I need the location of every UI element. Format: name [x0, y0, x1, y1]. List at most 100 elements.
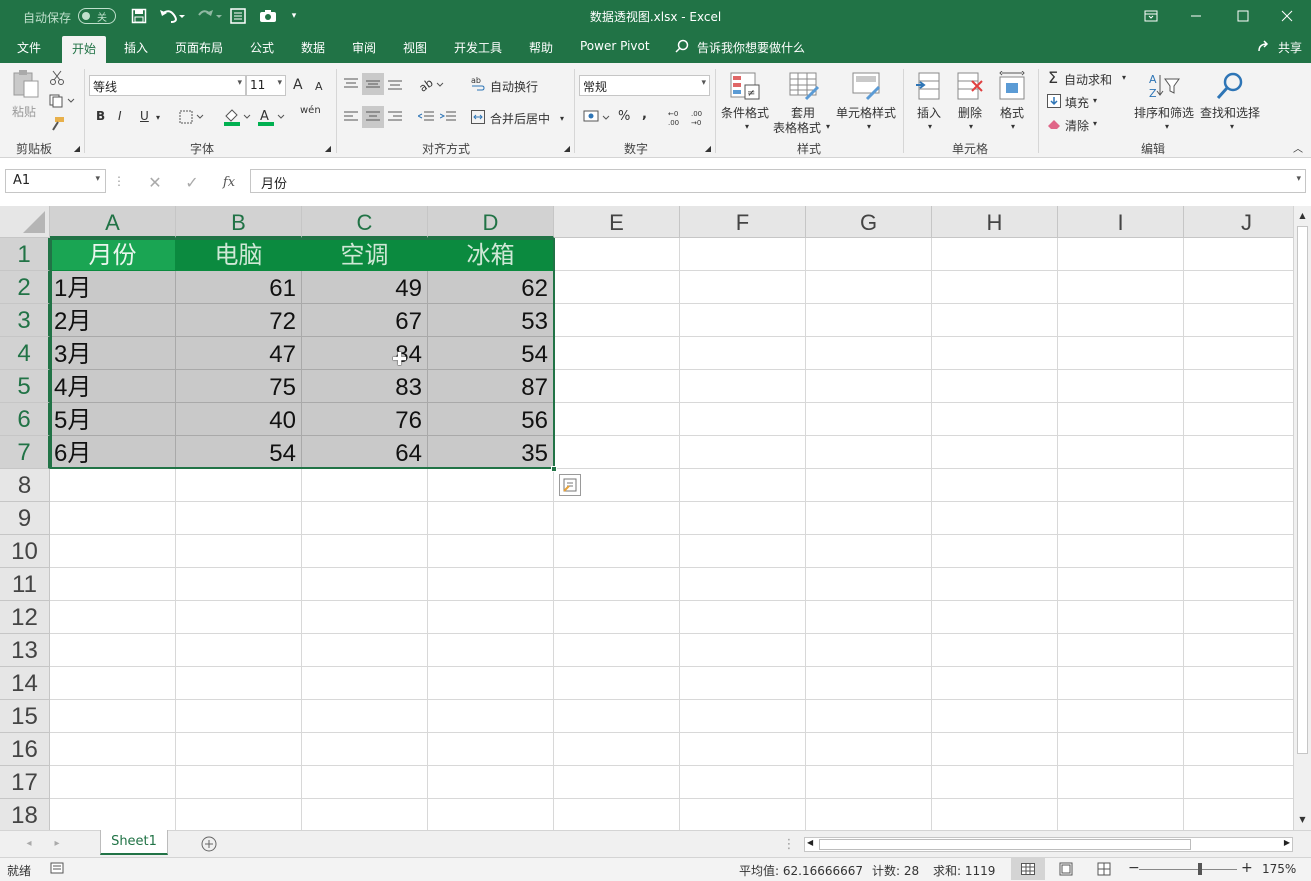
empty-cell[interactable] — [50, 799, 176, 830]
status-count[interactable]: 计数: 28 — [872, 862, 919, 879]
empty-cell[interactable] — [806, 337, 932, 370]
empty-cell[interactable] — [176, 667, 302, 700]
table-cell[interactable]: 6月 — [50, 436, 176, 469]
cell-styles-button[interactable]: 单元格样式 — [836, 104, 896, 121]
scroll-right-icon[interactable]: ▶ — [1284, 838, 1290, 847]
column-header[interactable]: B — [176, 206, 302, 238]
empty-cell[interactable] — [1184, 436, 1293, 469]
column-header[interactable]: C — [302, 206, 428, 238]
increase-decimal-icon[interactable]: ←0.00 — [667, 107, 685, 127]
next-sheet-icon[interactable]: ▸ — [52, 837, 62, 849]
table-cell[interactable]: 56 — [428, 403, 554, 436]
row-header[interactable]: 7 — [0, 436, 50, 469]
tab-view[interactable]: 视图 — [403, 39, 427, 56]
clear-button[interactable]: 清除 — [1065, 117, 1089, 134]
status-average[interactable]: 平均值: 62.16666667 — [739, 862, 863, 879]
row-header[interactable]: 13 — [0, 634, 50, 667]
row-header[interactable]: 2 — [0, 271, 50, 304]
new-sheet-icon[interactable] — [201, 836, 217, 852]
empty-cell[interactable] — [1058, 667, 1184, 700]
empty-cell[interactable] — [50, 601, 176, 634]
table-cell[interactable]: 62 — [428, 271, 554, 304]
table-cell[interactable]: 76 — [302, 403, 428, 436]
tab-review[interactable]: 审阅 — [352, 39, 376, 56]
empty-cell[interactable] — [680, 469, 806, 502]
empty-cell[interactable] — [1184, 535, 1293, 568]
table-cell[interactable]: 83 — [302, 370, 428, 403]
merge-center-button[interactable]: 合并后居中 — [490, 110, 550, 127]
formula-input[interactable]: 月份 ▾ — [250, 169, 1306, 193]
empty-cell[interactable] — [680, 304, 806, 337]
row-header[interactable]: 5 — [0, 370, 50, 403]
select-all-button[interactable] — [0, 206, 50, 238]
empty-cell[interactable] — [1184, 799, 1293, 830]
empty-cell[interactable] — [50, 568, 176, 601]
delete-cells-button[interactable]: 删除 — [958, 104, 982, 121]
empty-cell[interactable] — [176, 700, 302, 733]
empty-cell[interactable] — [302, 766, 428, 799]
empty-cell[interactable] — [680, 436, 806, 469]
empty-cell[interactable] — [680, 238, 806, 271]
decrease-indent-icon[interactable] — [417, 109, 435, 125]
tab-home[interactable]: 开始 — [62, 36, 107, 63]
empty-cell[interactable] — [1058, 634, 1184, 667]
table-cell[interactable]: 67 — [302, 304, 428, 337]
orientation-icon[interactable]: ab — [417, 75, 445, 93]
name-box[interactable]: A1 ▾ — [5, 169, 106, 193]
empty-cell[interactable] — [932, 337, 1058, 370]
empty-cell[interactable] — [1184, 601, 1293, 634]
search-icon[interactable] — [675, 39, 689, 56]
empty-cell[interactable] — [932, 469, 1058, 502]
align-top-icon[interactable] — [343, 76, 359, 92]
empty-cell[interactable] — [176, 634, 302, 667]
close-icon[interactable] — [1275, 5, 1299, 27]
column-header[interactable]: E — [554, 206, 680, 238]
ribbon-display-options-icon[interactable] — [1139, 5, 1163, 27]
empty-cell[interactable] — [806, 535, 932, 568]
empty-cell[interactable] — [554, 634, 680, 667]
empty-cell[interactable] — [554, 304, 680, 337]
empty-cell[interactable] — [932, 634, 1058, 667]
vertical-scrollbar[interactable]: ▲ ▼ — [1293, 206, 1311, 830]
prev-sheet-icon[interactable]: ◂ — [24, 837, 34, 849]
empty-cell[interactable] — [554, 766, 680, 799]
format-painter-icon[interactable] — [48, 115, 66, 133]
row-header[interactable]: 8 — [0, 469, 50, 502]
row-header[interactable]: 3 — [0, 304, 50, 337]
horizontal-scrollbar[interactable]: ◀ ▶ — [804, 837, 1293, 852]
empty-cell[interactable] — [932, 403, 1058, 436]
empty-cell[interactable] — [302, 634, 428, 667]
empty-cell[interactable] — [806, 667, 932, 700]
empty-cell[interactable] — [302, 469, 428, 502]
chevron-down-icon[interactable]: ▾ — [742, 121, 752, 131]
conditional-formatting-icon[interactable]: ≠ — [728, 70, 762, 102]
empty-cell[interactable] — [50, 766, 176, 799]
chevron-down-icon[interactable]: ▾ — [864, 121, 874, 131]
table-cell[interactable]: 5月 — [50, 403, 176, 436]
empty-cell[interactable] — [428, 700, 554, 733]
tab-power-pivot[interactable]: Power Pivot — [580, 39, 650, 53]
empty-cell[interactable] — [680, 370, 806, 403]
empty-cell[interactable] — [932, 502, 1058, 535]
empty-cell[interactable] — [1058, 601, 1184, 634]
table-cell[interactable]: 61 — [176, 271, 302, 304]
status-sum[interactable]: 求和: 1119 — [933, 862, 995, 879]
page-break-view-icon[interactable] — [1097, 862, 1111, 879]
scroll-up-icon[interactable]: ▲ — [1297, 208, 1308, 222]
row-header[interactable]: 6 — [0, 403, 50, 436]
macro-record-icon[interactable] — [50, 861, 64, 878]
empty-cell[interactable] — [554, 337, 680, 370]
insert-function-icon[interactable]: fx — [220, 173, 238, 191]
empty-cell[interactable] — [680, 271, 806, 304]
alignment-launcher-icon[interactable]: ◢ — [563, 144, 571, 153]
chevron-down-icon[interactable]: ▾ — [1090, 95, 1100, 105]
horizontal-scroll-thumb[interactable] — [819, 839, 1191, 850]
table-cell[interactable]: 54 — [428, 337, 554, 370]
format-cells-icon[interactable] — [997, 70, 1027, 102]
empty-cell[interactable] — [1184, 337, 1293, 370]
border-icon[interactable] — [178, 109, 206, 125]
tab-data[interactable]: 数据 — [301, 39, 325, 56]
empty-cell[interactable] — [932, 370, 1058, 403]
table-cell[interactable]: 84 — [302, 337, 428, 370]
empty-cell[interactable] — [1184, 370, 1293, 403]
